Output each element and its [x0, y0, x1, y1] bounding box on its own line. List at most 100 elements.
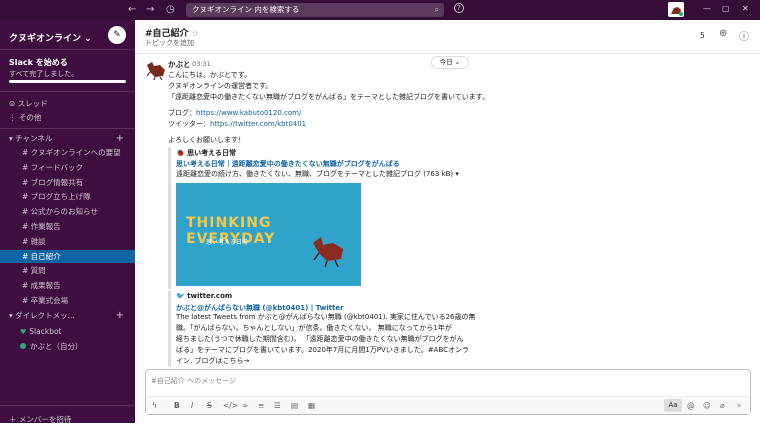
- code-icon[interactable]: </>: [223, 401, 238, 411]
- mention-icon[interactable]: @: [687, 401, 695, 411]
- ordered-list-icon[interactable]: ≡: [258, 401, 264, 411]
- info-icon[interactable]: ⓘ: [739, 28, 749, 43]
- attachment-bar: [168, 147, 171, 289]
- close-icon[interactable]: ✕: [742, 3, 749, 15]
- invite-members-link[interactable]: ＋ メンバーを招待: [9, 414, 71, 425]
- attachment-desc-line: 経ちました(うつで休職した期間含む)。 「遠距離恋愛中の働きたくない無職がブログ…: [176, 335, 464, 343]
- channels-header[interactable]: ▾ チャンネル +: [0, 132, 135, 145]
- sidebar-item-channel[interactable]: # フィードバック: [0, 161, 135, 174]
- date-divider-pill[interactable]: 今日 ⌄: [431, 56, 469, 69]
- member-count[interactable]: 5: [700, 31, 705, 40]
- twitter-bird-icon: 🐦: [176, 292, 185, 300]
- sidebar-item-channel[interactable]: # 質問: [0, 264, 135, 277]
- sidebar-item-channel[interactable]: # 卒業式会場: [0, 294, 135, 307]
- blog-link[interactable]: https://www.kabuto0120.com/: [196, 109, 301, 117]
- composer-placeholder: #自己紹介 へのメッセージ: [151, 377, 236, 385]
- attachment-link[interactable]: かぶと@がんばらない無職 (@kbt0401) | Twitter: [176, 303, 344, 313]
- twitter-link[interactable]: https://twitter.com/kbt0401: [210, 120, 306, 128]
- divider: [0, 91, 135, 92]
- getting-started-sub: すべて完了しました。: [9, 70, 79, 78]
- divider: [0, 128, 135, 129]
- back-arrow-icon[interactable]: ←: [128, 3, 136, 17]
- attachment-image[interactable]: THINKING EVERYDAY 思い考える日常: [176, 183, 361, 286]
- sidebar-item-others[interactable]: ⋮ その他: [0, 111, 135, 124]
- message-line: 「遠距離恋愛中の働きたくない無職がブログをがんばる」をテーマとした雑記ブログを書…: [168, 93, 490, 101]
- title-bar: ← → ◷ クヌギオンライン 内を検索する ⌕ ? — ▢ ✕: [0, 0, 760, 20]
- getting-started-title[interactable]: Slack を始める: [9, 57, 68, 68]
- threads-icon: ⊜: [9, 99, 18, 108]
- presence-icon: [20, 343, 26, 349]
- user-avatar[interactable]: [668, 2, 684, 17]
- message-line: こんにちは。かぶとです。: [168, 71, 252, 79]
- message-pane: かぶと 03:31 今日 ⌄ こんにちは。かぶとです。 クヌギオンラインの運営者…: [135, 55, 760, 367]
- sidebar-item-channel[interactable]: # 雑談: [0, 235, 135, 248]
- heart-icon: ♥: [20, 328, 27, 336]
- workspace-name[interactable]: クヌギオンライン ⌄: [9, 31, 92, 44]
- beetle-icon: 🐞: [176, 149, 185, 157]
- star-icon[interactable]: ☆: [192, 29, 199, 38]
- help-icon[interactable]: ?: [454, 3, 464, 13]
- search-text: クヌギオンライン 内を検索する: [192, 5, 300, 14]
- message-closing: よろしくお願いします！: [168, 136, 245, 144]
- add-person-icon[interactable]: ⊕: [719, 28, 727, 39]
- beetle-illustration: [313, 237, 343, 268]
- dm-header[interactable]: ▾ ダイレクトメッ... +: [0, 309, 135, 322]
- divider: [0, 405, 135, 406]
- search-icon: ⌕: [434, 5, 439, 14]
- attachment-desc: 遠距離恋愛の続け方、働きたくない、無職、ブログをテーマとした雑記ブログ (763…: [176, 170, 459, 178]
- attachment-site: 🐦 twitter.com: [176, 292, 233, 300]
- sidebar-item-channel[interactable]: # ブログ情報共有: [0, 176, 135, 189]
- sidebar-item-channel[interactable]: # 自己紹介: [0, 249, 135, 263]
- forward-arrow-icon[interactable]: →: [146, 3, 154, 17]
- sidebar-item-channel[interactable]: # クヌギオンラインへの要望: [0, 146, 135, 159]
- compose-button[interactable]: ✎: [108, 26, 126, 44]
- divider: [0, 49, 135, 50]
- more-icon: ⋮: [9, 113, 19, 122]
- dm-slackbot[interactable]: ♥ Slackbot: [0, 325, 135, 338]
- sidebar-item-channel[interactable]: # ブログ立ち上げ隊: [0, 190, 135, 203]
- bold-icon[interactable]: B: [174, 401, 180, 411]
- minimize-icon[interactable]: —: [703, 3, 711, 15]
- avatar[interactable]: [145, 59, 167, 81]
- attachment-link[interactable]: 思い考える日常｜遠距離恋愛中の働きたくない無職がブログをがんばる: [176, 159, 400, 169]
- progress-bar: [9, 80, 126, 83]
- maximize-icon[interactable]: ▢: [722, 3, 730, 15]
- link-icon[interactable]: ∞: [242, 401, 248, 411]
- history-icon[interactable]: ◷: [166, 3, 175, 17]
- message-composer[interactable]: #自己紹介 へのメッセージ ϟ B I S </> ∞ ≡ ☰ ▤ ▦ Aa @…: [145, 369, 751, 415]
- formatting-toggle-button[interactable]: Aa: [664, 399, 682, 412]
- add-channel-icon[interactable]: +: [116, 132, 124, 145]
- search-input[interactable]: クヌギオンライン 内を検索する ⌕: [186, 3, 444, 17]
- emoji-icon[interactable]: ☺: [703, 401, 711, 411]
- add-dm-icon[interactable]: +: [116, 309, 124, 322]
- channel-header: #自己紹介 ☆ トピックを追加 5 ⊕ ⓘ: [135, 20, 760, 54]
- quote-icon[interactable]: ▤: [291, 401, 298, 411]
- attach-icon[interactable]: ⌀: [720, 401, 725, 411]
- dm-self[interactable]: かぶと（自分）: [0, 340, 135, 353]
- sidebar-item-channel[interactable]: # 作業報告: [0, 220, 135, 233]
- attachment-desc-line: 職。「がんばらない。ちゃんとしない」が信条。働きたくない。 無職になってから1年…: [176, 324, 452, 332]
- italic-icon[interactable]: I: [191, 401, 193, 411]
- sidebar-item-channel[interactable]: # 成果報告: [0, 279, 135, 292]
- code-block-icon[interactable]: ▦: [308, 401, 315, 411]
- send-icon[interactable]: ➤: [736, 401, 742, 411]
- shortcuts-icon[interactable]: ϟ: [152, 401, 157, 411]
- attachment-desc-line: イン. ブログはこちら→: [176, 357, 250, 365]
- strike-icon[interactable]: S: [207, 401, 212, 411]
- attachment-site: 🐞 思い考える日常: [176, 149, 236, 157]
- sidebar: クヌギオンライン ⌄ ✎ Slack を始める すべて完了しました。 ⊜ スレッ…: [0, 20, 135, 425]
- message-author[interactable]: かぶと: [168, 59, 191, 70]
- bullet-list-icon[interactable]: ☰: [274, 401, 281, 411]
- message-line: クヌギオンラインの運営者です。: [168, 82, 273, 90]
- add-topic-link[interactable]: トピックを追加: [145, 38, 194, 48]
- attachment-desc-line: The latest Tweets from かぶと@がんばらない無職 (@kb…: [176, 313, 476, 321]
- attachment-desc-line: ばる」をテーマにブログを書いています。2020年7月に月間1万PVいきました。#…: [176, 346, 470, 354]
- blog-line: ブログ：https://www.kabuto0120.com/: [168, 109, 302, 117]
- image-subtitle: 思い考える日常: [206, 239, 248, 246]
- sidebar-item-channel[interactable]: # 公式からのお知らせ: [0, 205, 135, 218]
- twitter-line: ツイッター：https://twitter.com/kbt0401: [168, 120, 307, 128]
- chevron-down-icon: ⌄: [84, 34, 92, 44]
- sidebar-item-threads[interactable]: ⊜ スレッド: [0, 97, 135, 110]
- message-time[interactable]: 03:31: [192, 60, 211, 68]
- composer-toolbar: ϟ B I S </> ∞ ≡ ☰ ▤ ▦ Aa @ ☺ ⌀ ➤: [146, 396, 750, 414]
